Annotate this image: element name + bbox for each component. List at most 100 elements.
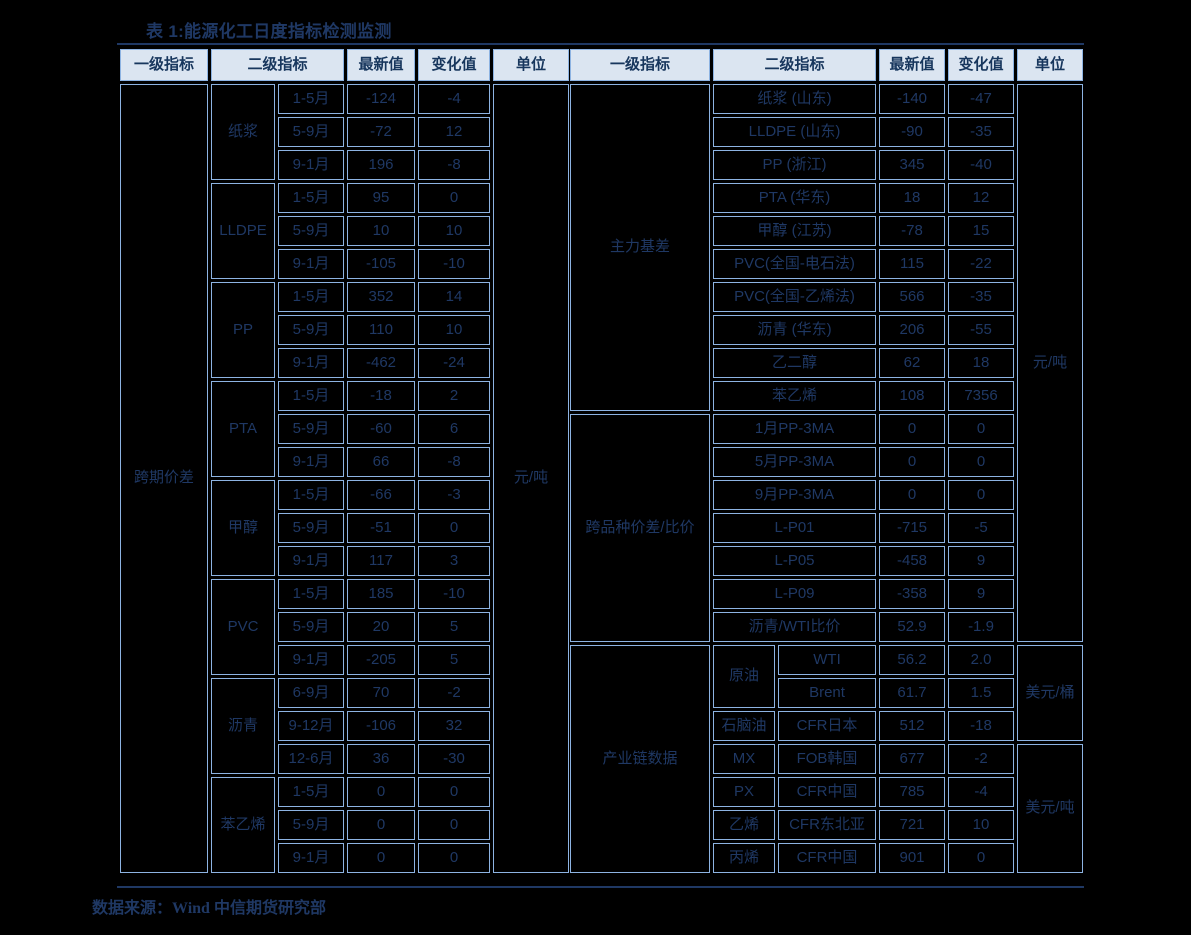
- unit-label: 美元/桶: [1017, 645, 1083, 741]
- commodity-label: LLDPE: [211, 183, 275, 279]
- period-label: 1-5月: [278, 480, 344, 510]
- period-label: 9-1月: [278, 348, 344, 378]
- latest-value: 36: [347, 744, 415, 774]
- header-change: 变化值: [948, 49, 1014, 81]
- indicator-label: 1月PP-3MA: [713, 414, 876, 444]
- commodity-label: PVC: [211, 579, 275, 675]
- left-table-container: 一级指标 二级指标 最新值 变化值 单位 跨期价差纸浆1-5月-124-4元/吨…: [117, 46, 572, 876]
- latest-value: 901: [879, 843, 945, 873]
- period-label: 9-1月: [278, 645, 344, 675]
- change-value: -10: [418, 579, 490, 609]
- latest-value: 0: [879, 447, 945, 477]
- period-label: 5-9月: [278, 315, 344, 345]
- latest-value: -72: [347, 117, 415, 147]
- right-table-container: 一级指标 二级指标 最新值 变化值 单位 主力基差纸浆 (山东)-140-47元…: [567, 46, 1086, 876]
- change-value: -47: [948, 84, 1014, 114]
- commodity-label: PP: [211, 282, 275, 378]
- table-top-rule: [117, 43, 1084, 45]
- screenshot-root: 表 1:能源化工日度指标检测监测 一级指标 二级指标 最新值 变化值 单位: [0, 0, 1191, 935]
- change-value: 12: [418, 117, 490, 147]
- latest-value: 10: [347, 216, 415, 246]
- chain-spec-label: CFR中国: [778, 843, 876, 873]
- header-change: 变化值: [418, 49, 490, 81]
- latest-value: 512: [879, 711, 945, 741]
- latest-value: -106: [347, 711, 415, 741]
- table-row: 主力基差纸浆 (山东)-140-47元/吨: [570, 84, 1083, 114]
- period-label: 9-1月: [278, 150, 344, 180]
- header-latest: 最新值: [879, 49, 945, 81]
- chain-spec-label: WTI: [778, 645, 876, 675]
- commodity-label: 苯乙烯: [211, 777, 275, 873]
- latest-value: -462: [347, 348, 415, 378]
- period-label: 9-1月: [278, 546, 344, 576]
- change-value: 12: [948, 183, 1014, 213]
- change-value: 9: [948, 579, 1014, 609]
- change-value: 0: [418, 810, 490, 840]
- page-title: 表 1:能源化工日度指标检测监测: [146, 17, 392, 42]
- indicator-label: 甲醇 (江苏): [713, 216, 876, 246]
- period-label: 9-12月: [278, 711, 344, 741]
- change-value: -18: [948, 711, 1014, 741]
- latest-value: -715: [879, 513, 945, 543]
- unit-label: 元/吨: [493, 84, 569, 873]
- change-value: -4: [948, 777, 1014, 807]
- latest-value: -458: [879, 546, 945, 576]
- period-label: 1-5月: [278, 183, 344, 213]
- latest-value: -18: [347, 381, 415, 411]
- change-value: -5: [948, 513, 1014, 543]
- change-value: 0: [418, 777, 490, 807]
- header-level2: 二级指标: [211, 49, 344, 81]
- latest-value: 56.2: [879, 645, 945, 675]
- change-value: 0: [418, 513, 490, 543]
- latest-value: 785: [879, 777, 945, 807]
- section-label: 主力基差: [570, 84, 710, 411]
- change-value: -30: [418, 744, 490, 774]
- period-label: 5-9月: [278, 117, 344, 147]
- unit-label: 美元/吨: [1017, 744, 1083, 873]
- change-value: -35: [948, 282, 1014, 312]
- left-table-header-row: 一级指标 二级指标 最新值 变化值 单位: [120, 49, 569, 81]
- change-value: 15: [948, 216, 1014, 246]
- latest-value: -358: [879, 579, 945, 609]
- indicator-label: LLDPE (山东): [713, 117, 876, 147]
- latest-value: 115: [879, 249, 945, 279]
- period-label: 9-1月: [278, 843, 344, 873]
- period-label: 5-9月: [278, 216, 344, 246]
- latest-value: -124: [347, 84, 415, 114]
- header-latest: 最新值: [347, 49, 415, 81]
- chain-spec-label: FOB韩国: [778, 744, 876, 774]
- latest-value: -51: [347, 513, 415, 543]
- chain-category-label: 乙烯: [713, 810, 775, 840]
- change-value: 2: [418, 381, 490, 411]
- latest-value: 117: [347, 546, 415, 576]
- indicator-label: L-P05: [713, 546, 876, 576]
- period-label: 12-6月: [278, 744, 344, 774]
- indicator-label: PVC(全国-电石法): [713, 249, 876, 279]
- indicator-label: L-P09: [713, 579, 876, 609]
- period-label: 6-9月: [278, 678, 344, 708]
- period-label: 5-9月: [278, 612, 344, 642]
- latest-value: 0: [347, 777, 415, 807]
- latest-value: 70: [347, 678, 415, 708]
- change-value: -8: [418, 150, 490, 180]
- latest-value: 196: [347, 150, 415, 180]
- latest-value: 108: [879, 381, 945, 411]
- chain-category-label: 丙烯: [713, 843, 775, 873]
- latest-value: 62: [879, 348, 945, 378]
- latest-value: -90: [879, 117, 945, 147]
- commodity-label: 沥青: [211, 678, 275, 774]
- period-label: 1-5月: [278, 579, 344, 609]
- table-row: 产业链数据原油WTI56.22.0美元/桶: [570, 645, 1083, 675]
- basis-and-chain-table: 一级指标 二级指标 最新值 变化值 单位 主力基差纸浆 (山东)-140-47元…: [567, 46, 1086, 876]
- change-value: 0: [418, 183, 490, 213]
- change-value: 18: [948, 348, 1014, 378]
- chain-category-label: PX: [713, 777, 775, 807]
- change-value: 10: [948, 810, 1014, 840]
- table-row: 跨期价差纸浆1-5月-124-4元/吨: [120, 84, 569, 114]
- period-label: 1-5月: [278, 84, 344, 114]
- change-value: -22: [948, 249, 1014, 279]
- change-value: 10: [418, 216, 490, 246]
- change-value: 32: [418, 711, 490, 741]
- change-value: -10: [418, 249, 490, 279]
- chain-spec-label: Brent: [778, 678, 876, 708]
